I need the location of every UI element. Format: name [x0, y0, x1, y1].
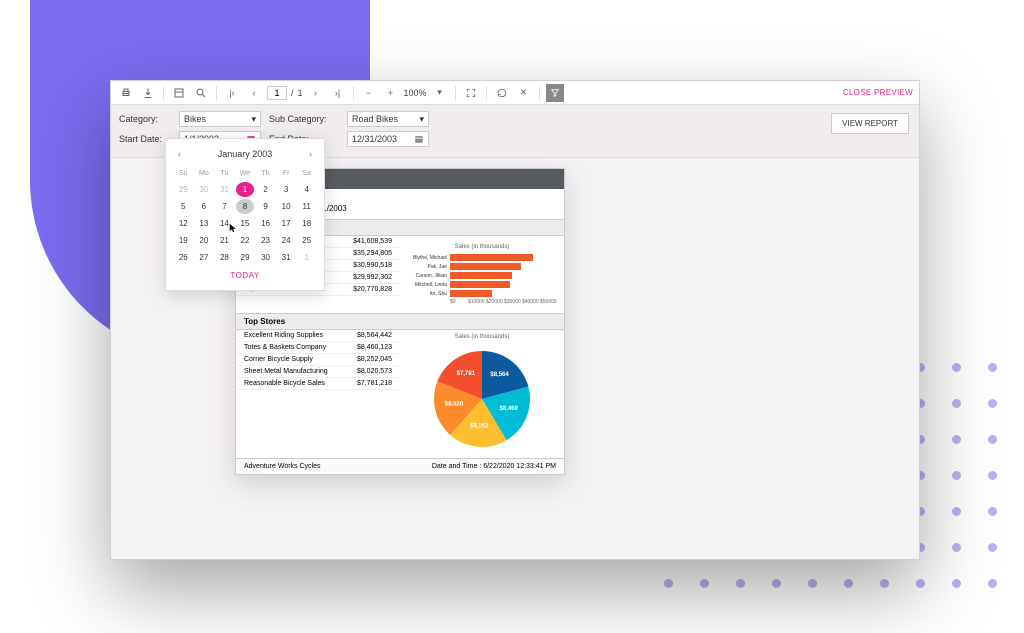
datepicker-day[interactable]: 8: [236, 199, 255, 214]
datepicker-day[interactable]: 23: [256, 233, 275, 248]
datepicker-day[interactable]: 29: [236, 250, 255, 265]
cancel-icon[interactable]: ✕: [515, 84, 533, 102]
datepicker-dow: Sa: [297, 167, 316, 180]
datepicker-day[interactable]: 14: [215, 216, 234, 231]
datepicker-day[interactable]: 7: [215, 199, 234, 214]
datepicker-dow: Mo: [195, 167, 214, 180]
svg-text:$8,252: $8,252: [470, 424, 489, 430]
category-select[interactable]: Bikes▾: [179, 111, 261, 127]
table-row: Totes & Baskets Company$8,460,123: [236, 342, 400, 354]
fullscreen-icon[interactable]: [462, 84, 480, 102]
search-icon[interactable]: [192, 84, 210, 102]
chevron-down-icon: ▾: [419, 114, 424, 125]
datepicker-title[interactable]: January 2003: [218, 149, 273, 159]
page-sep: /: [291, 88, 294, 98]
page-total: 1: [298, 88, 303, 98]
next-page-icon[interactable]: ›: [307, 84, 325, 102]
enddate-input[interactable]: 12/31/2003: [347, 131, 429, 147]
report-footer-left: Adventure Works Cycles: [244, 463, 321, 470]
datepicker-day[interactable]: 30: [195, 182, 214, 197]
datepicker-grid: SuMoTuWeThFrSa29303112345678910111213141…: [174, 167, 316, 265]
startdate-label: Start Date:: [119, 134, 171, 144]
datepicker-day[interactable]: 1: [297, 250, 316, 265]
page-input[interactable]: [267, 86, 287, 100]
datepicker-day[interactable]: 11: [297, 199, 316, 214]
zoom-level: 100%: [404, 88, 427, 98]
svg-text:$7,781: $7,781: [457, 371, 476, 377]
datepicker-dow: We: [236, 167, 255, 180]
stores-piechart: Sales (in thousands)$8,564$8,460$8,252$8…: [400, 330, 564, 458]
datepicker-day[interactable]: 2: [256, 182, 275, 197]
toolbar: |‹ ‹ / 1 › ›| − + 100% ▾ ✕ CLOSE PREVIEW: [111, 81, 919, 105]
datepicker-day[interactable]: 28: [215, 250, 234, 265]
datepicker-dow: Su: [174, 167, 193, 180]
table-row: Corner Bicycle Supply$8,252,045: [236, 354, 400, 366]
datepicker-dow: Th: [256, 167, 275, 180]
employees-barchart: Sales (in thousands)Blythe, MichaelPak, …: [400, 236, 564, 313]
datepicker-day[interactable]: 5: [174, 199, 193, 214]
datepicker-day[interactable]: 10: [277, 199, 296, 214]
datepicker-day[interactable]: 15: [236, 216, 255, 231]
datepicker-day[interactable]: 4: [297, 182, 316, 197]
datepicker-day[interactable]: 31: [215, 182, 234, 197]
datepicker-day[interactable]: 24: [277, 233, 296, 248]
datepicker-day[interactable]: 31: [277, 250, 296, 265]
print-icon[interactable]: [117, 84, 135, 102]
datepicker-day[interactable]: 22: [236, 233, 255, 248]
close-preview-button[interactable]: CLOSE PREVIEW: [843, 88, 913, 97]
zoom-dropdown-icon[interactable]: ▾: [431, 84, 449, 102]
last-page-icon[interactable]: ›|: [329, 84, 347, 102]
datepicker-day[interactable]: 17: [277, 216, 296, 231]
datepicker-day[interactable]: 18: [297, 216, 316, 231]
datepicker-day[interactable]: 12: [174, 216, 193, 231]
table-row: Excellent Riding Supplies$8,564,442: [236, 330, 400, 342]
datepicker-next-icon[interactable]: ›: [305, 147, 316, 161]
datepicker-day[interactable]: 13: [195, 216, 214, 231]
export-icon[interactable]: [139, 84, 157, 102]
category-label: Category:: [119, 114, 171, 124]
datepicker-day[interactable]: 25: [297, 233, 316, 248]
svg-text:$8,564: $8,564: [490, 372, 509, 378]
datepicker-dow: Fr: [277, 167, 296, 180]
stores-table: Excellent Riding Supplies$8,564,442Totes…: [236, 330, 400, 458]
first-page-icon[interactable]: |‹: [223, 84, 241, 102]
datepicker-day[interactable]: 3: [277, 182, 296, 197]
datepicker-day[interactable]: 19: [174, 233, 193, 248]
datepicker-day[interactable]: 9: [256, 199, 275, 214]
view-report-button[interactable]: VIEW REPORT: [831, 113, 909, 134]
table-row: Reasonable Bicycle Sales$7,781,218: [236, 378, 400, 390]
datepicker-today-button[interactable]: TODAY: [174, 265, 316, 282]
datepicker-day[interactable]: 1: [236, 182, 255, 197]
prev-page-icon[interactable]: ‹: [245, 84, 263, 102]
zoom-in-icon[interactable]: +: [382, 84, 400, 102]
datepicker-prev-icon[interactable]: ‹: [174, 147, 185, 161]
zoom-out-icon[interactable]: −: [360, 84, 378, 102]
datepicker-day[interactable]: 30: [256, 250, 275, 265]
svg-text:$8,460: $8,460: [499, 406, 518, 412]
table-row: Sheet Metal Manufacturing$8,020,573: [236, 366, 400, 378]
chevron-down-icon: ▾: [251, 114, 256, 125]
report-footer-right: Date and Time : 6/22/2020 12:33:41 PM: [432, 463, 556, 470]
datepicker-dow: Tu: [215, 167, 234, 180]
datepicker-day[interactable]: 6: [195, 199, 214, 214]
datepicker-popup: ‹ January 2003 › SuMoTuWeThFrSa293031123…: [165, 138, 325, 291]
subcategory-label: Sub Category:: [269, 114, 339, 124]
calendar-icon: [414, 134, 424, 144]
datepicker-day[interactable]: 27: [195, 250, 214, 265]
layout-icon[interactable]: [170, 84, 188, 102]
datepicker-day[interactable]: 20: [195, 233, 214, 248]
filter-icon[interactable]: [546, 84, 564, 102]
section-stores-title: Top Stores: [236, 314, 564, 330]
datepicker-day[interactable]: 21: [215, 233, 234, 248]
subcategory-select[interactable]: Road Bikes▾: [347, 111, 429, 127]
datepicker-day[interactable]: 16: [256, 216, 275, 231]
datepicker-day[interactable]: 26: [174, 250, 193, 265]
datepicker-day[interactable]: 29: [174, 182, 193, 197]
refresh-icon[interactable]: [493, 84, 511, 102]
svg-text:$8,020: $8,020: [445, 402, 464, 408]
